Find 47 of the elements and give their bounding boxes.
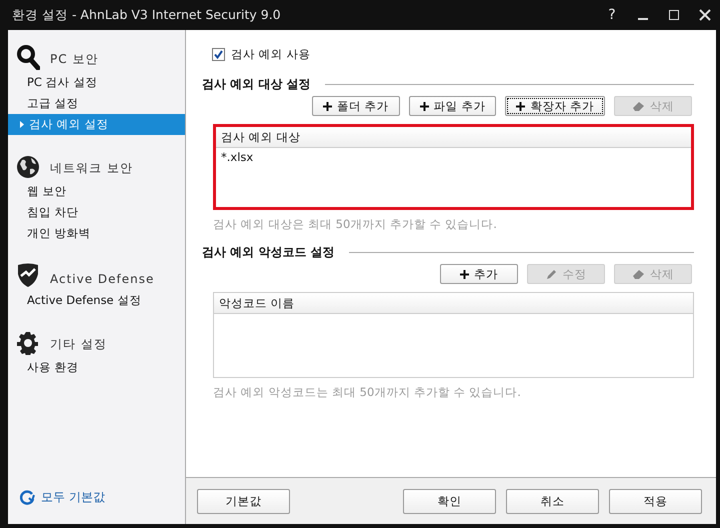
sidebar-item[interactable]: 고급 설정 bbox=[8, 93, 185, 114]
category-title: PC 보안 bbox=[50, 51, 98, 68]
add-button[interactable]: 확장자 추가 bbox=[505, 96, 605, 116]
close-button[interactable] bbox=[699, 9, 711, 21]
column-header: 악성코드 이름 bbox=[219, 296, 295, 310]
sidebar-item[interactable]: 사용 환경 bbox=[8, 357, 185, 378]
section-title: 검사 예외 악성코드 설정 bbox=[202, 244, 335, 261]
section-title: 검사 예외 대상 설정 bbox=[202, 76, 311, 93]
sidebar-item[interactable]: PC 검사 설정 bbox=[8, 72, 185, 93]
reset-all-link[interactable]: 모두 기본값 bbox=[41, 489, 105, 506]
search-icon bbox=[16, 44, 40, 70]
default-button[interactable]: 기본값 bbox=[197, 488, 290, 514]
sidebar-item[interactable]: 검사 예외 설정 bbox=[8, 114, 185, 135]
dialog-button[interactable]: 확인 bbox=[403, 488, 496, 514]
hint-text: 검사 예외 대상은 최대 50개까지 추가할 수 있습니다. bbox=[213, 217, 498, 232]
add-button[interactable]: 폴더 추가 bbox=[312, 96, 400, 116]
add-button[interactable]: 추가 bbox=[440, 264, 518, 284]
eraser-icon bbox=[632, 268, 645, 280]
hint-text: 검사 예외 악성코드는 최대 50개까지 추가할 수 있습니다. bbox=[213, 385, 522, 400]
sidebar-item[interactable]: 개인 방화벽 bbox=[8, 223, 185, 244]
column-header: 검사 예외 대상 bbox=[221, 130, 300, 144]
plus-icon bbox=[460, 270, 469, 278]
refresh-icon bbox=[20, 490, 35, 505]
checkbox-label: 검사 예외 사용 bbox=[231, 46, 310, 62]
plus-icon bbox=[420, 102, 429, 110]
dialog-button[interactable]: 취소 bbox=[506, 488, 599, 514]
help-button[interactable]: ? bbox=[601, 7, 623, 23]
category-title: 기타 설정 bbox=[50, 336, 107, 353]
eraser-icon bbox=[632, 100, 645, 112]
maximize-button[interactable] bbox=[668, 9, 680, 21]
globe-icon bbox=[16, 155, 40, 179]
shield-check-icon bbox=[16, 262, 40, 288]
plus-icon bbox=[516, 102, 526, 110]
pencil-icon bbox=[546, 268, 558, 280]
category-title: 네트워크 보안 bbox=[50, 160, 133, 177]
checkbox[interactable] bbox=[212, 48, 225, 60]
sidebar-item[interactable]: 침입 차단 bbox=[8, 202, 185, 223]
sidebar-item[interactable]: Active Defense 설정 bbox=[8, 290, 185, 311]
dialog-button[interactable]: 적용 bbox=[609, 488, 702, 514]
table-cell-text: *.xlsx bbox=[220, 149, 254, 166]
window-title: 환경 설정 - AhnLab V3 Internet Security 9.0 bbox=[12, 6, 282, 24]
plus-icon bbox=[323, 102, 332, 110]
add-button[interactable]: 파일 추가 bbox=[408, 96, 496, 116]
category-title: Active Defense bbox=[50, 272, 154, 288]
caret-icon bbox=[20, 121, 24, 128]
sidebar-item[interactable]: 웹 보안 bbox=[8, 181, 185, 202]
gear-icon bbox=[16, 331, 40, 355]
